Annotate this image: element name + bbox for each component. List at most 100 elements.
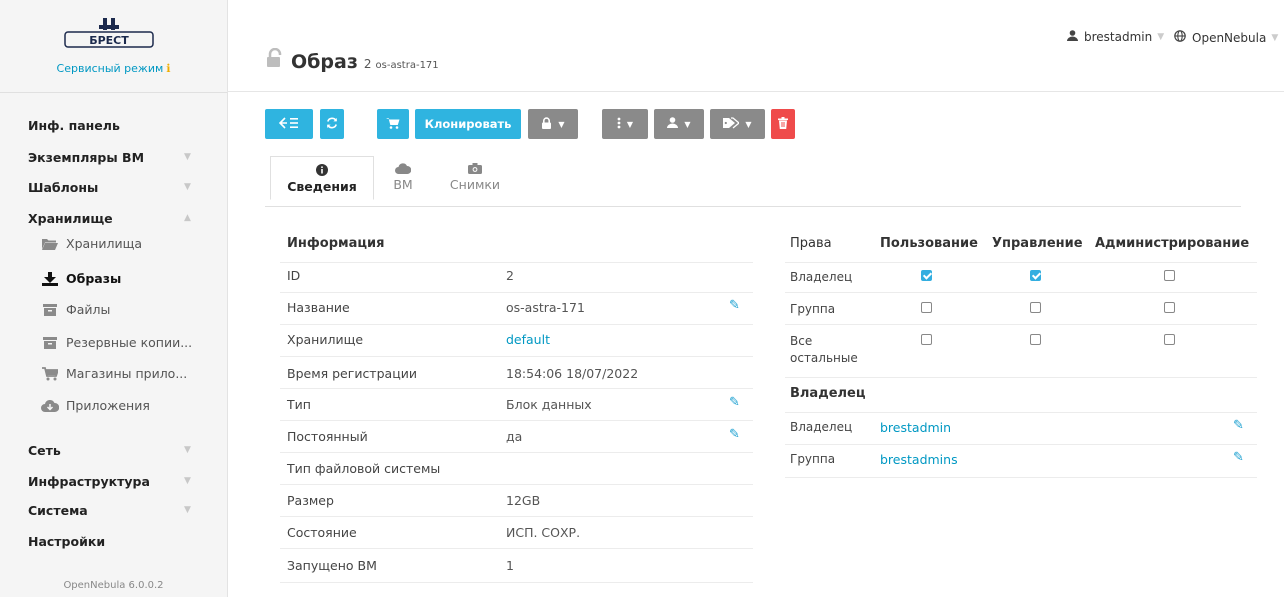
nav-storage[interactable]: Хранилище (28, 211, 113, 226)
row-divider (785, 292, 1257, 293)
edit-icon[interactable]: ✎ (729, 395, 740, 410)
row-divider (280, 420, 753, 421)
delete-button[interactable] (771, 109, 795, 139)
perm-group-admin-checkbox[interactable] (1164, 302, 1175, 313)
perm-other-manage-checkbox[interactable] (1030, 334, 1041, 345)
refresh-icon (326, 117, 338, 132)
perm-owner-admin-checkbox[interactable] (1164, 270, 1175, 281)
group-link[interactable]: brestadmins (880, 452, 958, 467)
info-value: 18:54:06 18/07/2022 (506, 366, 639, 381)
zone-menu[interactable]: OpenNebula ▼ (1174, 30, 1278, 45)
chevron-down-icon: ▼ (1271, 32, 1279, 43)
refresh-button[interactable] (320, 109, 344, 139)
user-menu[interactable]: brestadmin ▼ (1067, 30, 1164, 44)
row-divider (280, 388, 753, 389)
tab-vms[interactable]: ВМ (378, 163, 428, 193)
back-list-icon (278, 116, 299, 132)
row-divider (280, 262, 753, 263)
ownership-button[interactable]: ▼ (654, 109, 704, 139)
nav-apps-label: Приложения (66, 398, 150, 413)
row-divider (280, 292, 753, 293)
perm-header-admin: Администрирование (1095, 236, 1250, 251)
globe-icon (1174, 30, 1186, 45)
perm-group-use-checkbox[interactable] (921, 302, 932, 313)
tab-snapshots[interactable]: Снимки (440, 163, 510, 193)
nav-backups-label: Резервные копии... (66, 335, 193, 350)
perm-other-admin-checkbox[interactable] (1164, 334, 1175, 345)
more-vertical-icon (617, 117, 621, 132)
perm-owner-use-checkbox[interactable] (921, 270, 932, 281)
nav-backups[interactable]: Резервные копии... (41, 335, 192, 350)
edit-icon[interactable]: ✎ (1233, 418, 1244, 433)
clone-button-label: Клонировать (424, 117, 512, 131)
image-id: 2 (363, 57, 372, 71)
shopping-cart-icon (41, 366, 59, 381)
info-value: да (506, 429, 523, 444)
marketplace-button[interactable] (377, 109, 409, 139)
caret-down-icon: ▼ (626, 119, 634, 129)
datastore-link[interactable]: default (506, 332, 550, 347)
tab-info-label: Сведения (287, 179, 357, 194)
clone-button[interactable]: Клонировать (415, 109, 521, 139)
cloud-download-icon (41, 399, 59, 412)
perm-owner-manage-checkbox[interactable] (1030, 270, 1041, 281)
info-label: Тип (287, 397, 311, 412)
info-label: Название (287, 300, 350, 315)
nav-files-label: Файлы (66, 302, 111, 317)
nav-files[interactable]: Файлы (41, 302, 110, 317)
perm-group-manage-checkbox[interactable] (1030, 302, 1041, 313)
nav-network[interactable]: Сеть (28, 443, 61, 458)
nav-datastores[interactable]: Хранилища (41, 236, 142, 251)
chevron-down-icon: ▼ (184, 182, 191, 192)
cloud-icon (378, 163, 428, 177)
user-name: brestadmin (1084, 30, 1153, 44)
header-divider (227, 91, 1284, 92)
row-divider (280, 548, 753, 549)
brest-logo[interactable]: БРЕСТ (63, 16, 155, 60)
row-divider (280, 452, 753, 453)
row-divider (785, 262, 1257, 263)
service-mode-indicator[interactable]: Сервисный режим ℹ (0, 62, 227, 75)
info-icon: ℹ (166, 62, 171, 75)
download-icon (41, 271, 59, 286)
tags-icon (723, 116, 741, 132)
perm-other-use-checkbox[interactable] (921, 334, 932, 345)
nav-marketplaces-label: Магазины прило... (66, 366, 188, 381)
chevron-up-icon: ▲ (184, 213, 191, 223)
nav-images[interactable]: Образы (41, 271, 121, 286)
lock-menu-button[interactable]: ▼ (528, 109, 578, 139)
nav-apps[interactable]: Приложения (41, 398, 150, 413)
nav-system[interactable]: Система (28, 503, 88, 518)
page-title: Образ 2 os-astra-171 (265, 47, 439, 73)
nav-vms[interactable]: Экземпляры ВМ (28, 150, 144, 165)
tab-info[interactable]: Сведения (270, 156, 374, 200)
ownership-heading: Владелец (790, 386, 866, 401)
edit-icon[interactable]: ✎ (729, 427, 740, 442)
archive-icon (41, 303, 59, 316)
labels-button[interactable]: ▼ (710, 109, 765, 139)
row-divider (785, 377, 1257, 378)
user-icon (1067, 30, 1078, 44)
nav-infrastructure[interactable]: Инфраструктура (28, 474, 150, 489)
chevron-down-icon: ▼ (184, 476, 191, 486)
chevron-down-icon: ▼ (1157, 32, 1165, 42)
more-actions-button[interactable]: ▼ (602, 109, 648, 139)
edit-icon[interactable]: ✎ (729, 298, 740, 313)
tabs-divider (265, 206, 1241, 207)
info-value: 12GB (506, 493, 541, 508)
back-to-list-button[interactable] (265, 109, 313, 139)
caret-down-icon: ▼ (684, 119, 691, 129)
row-divider (280, 516, 753, 517)
owner-link[interactable]: brestadmin (880, 420, 951, 435)
row-divider (785, 477, 1257, 478)
nav-settings[interactable]: Настройки (28, 534, 105, 549)
shopping-cart-icon (386, 117, 400, 132)
nav-dashboard[interactable]: Инф. панель (28, 118, 120, 133)
zone-name: OpenNebula (1192, 30, 1267, 45)
info-value: Блок данных (506, 397, 592, 412)
nav-marketplaces[interactable]: Магазины прило... (41, 366, 187, 381)
edit-icon[interactable]: ✎ (1233, 450, 1244, 465)
chevron-down-icon: ▼ (184, 505, 191, 515)
nav-templates[interactable]: Шаблоны (28, 180, 98, 195)
info-label: Тип файловой системы (287, 461, 441, 476)
